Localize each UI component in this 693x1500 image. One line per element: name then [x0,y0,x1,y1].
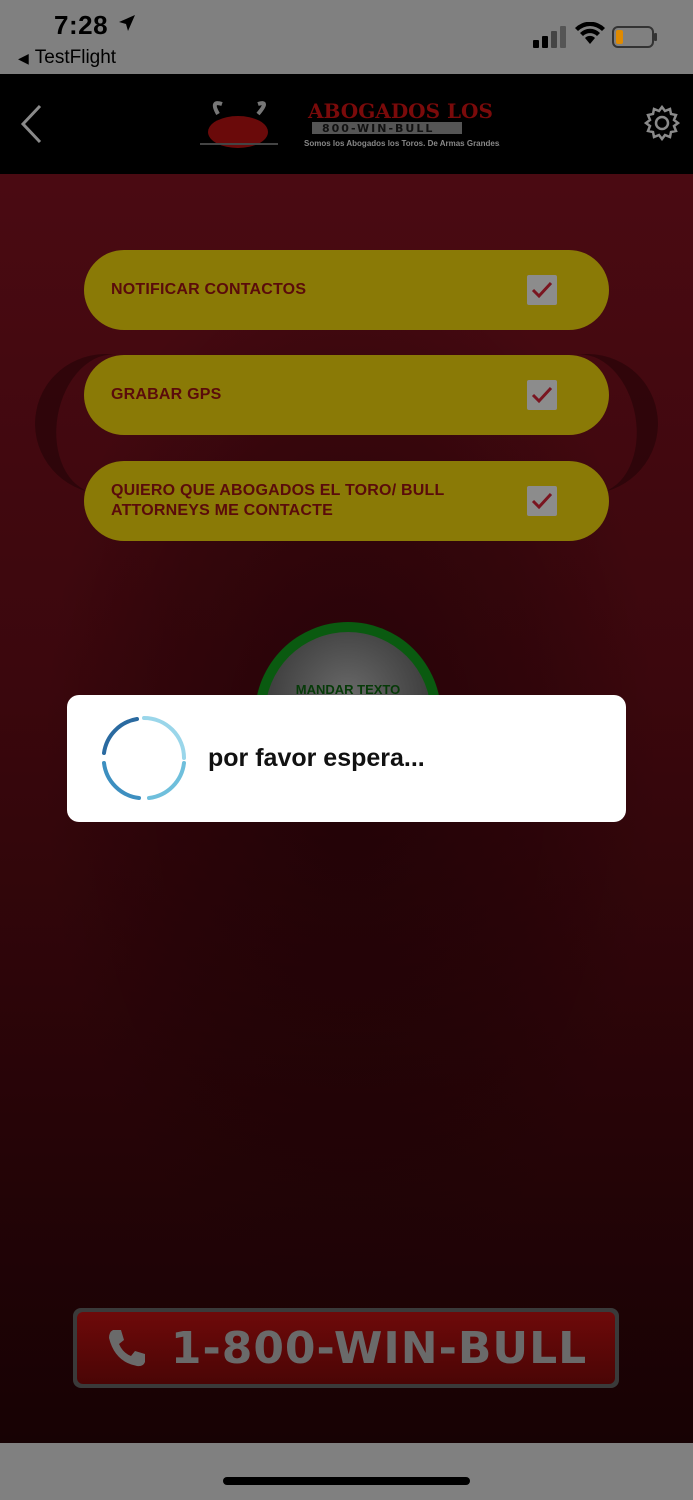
home-indicator-area [0,1443,693,1500]
call-button-label: 1-800-WIN-BULL [170,1322,588,1374]
back-triangle-icon: ◀ [18,50,29,66]
checkbox-record-gps[interactable] [527,380,557,410]
option-label: QUIERO QUE ABOGADOS EL TORO/ BULL ATTORN… [111,482,445,519]
back-to-app-link[interactable]: ◀ TestFlight [18,47,116,69]
logo-phone: 800-WIN-BULL [322,122,434,135]
option-attorneys-contact[interactable]: QUIERO QUE ABOGADOS EL TORO/ BULL ATTORN… [84,461,609,541]
battery-icon [612,26,657,48]
checkbox-notify-contacts[interactable] [527,275,557,305]
checkmark-icon [531,492,553,510]
home-indicator[interactable] [223,1477,470,1485]
spinner-icon [102,716,186,800]
loading-dialog: por favor espera... [67,695,626,822]
loading-message: por favor espera... [208,744,425,772]
wifi-icon [575,22,605,44]
location-arrow-icon [119,15,135,31]
nav-bar: ABOGADOS LOS TOROS 800-WIN-BULL Somos lo… [0,74,693,174]
gear-icon[interactable] [644,105,680,141]
back-app-label: TestFlight [34,47,117,68]
phone-icon [108,1330,145,1367]
option-record-gps[interactable]: GRABAR GPS [84,355,609,435]
checkmark-icon [531,281,553,299]
call-button-face: 1-800-WIN-BULL [77,1312,615,1384]
chevron-left-icon[interactable] [20,104,42,144]
status-time: 7:28 [54,10,109,40]
logo-tagline: Somos los Abogados los Toros. De Armas G… [304,139,500,148]
option-notify-contacts[interactable]: NOTIFICAR CONTACTOS [84,250,609,330]
checkbox-attorneys-contact[interactable] [527,486,557,516]
brand-logo: ABOGADOS LOS TOROS 800-WIN-BULL Somos lo… [200,99,500,148]
checkmark-icon [531,386,553,404]
option-label: NOTIFICAR CONTACTOS [111,281,307,298]
status-bar: 7:28 ◀ TestFlight [0,0,693,74]
logo-title: ABOGADOS LOS TOROS [307,99,500,123]
option-label: GRABAR GPS [111,386,222,403]
call-button[interactable]: 1-800-WIN-BULL [73,1308,619,1388]
signal-icon [533,26,566,48]
